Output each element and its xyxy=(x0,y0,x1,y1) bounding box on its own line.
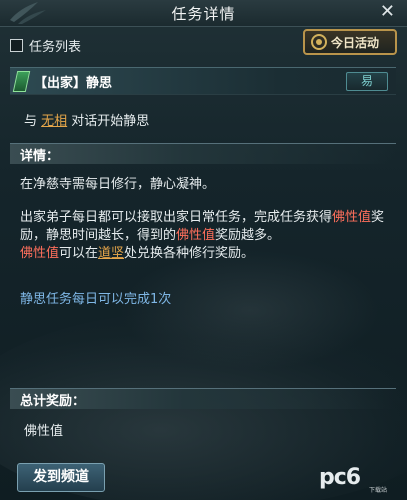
npc-link-daojian[interactable]: 道坚 xyxy=(98,246,124,261)
quest-intro: 与 无相 对话开始静思 xyxy=(24,110,149,129)
details-paragraph-1: 在净慈寺需每日修行，静心凝神。 xyxy=(20,177,216,192)
buddha-value-highlight: 佛性值 xyxy=(176,228,216,243)
daily-limit-note: 静思任务每日可以完成1次 xyxy=(20,292,172,307)
quest-title: 【出家】静思 xyxy=(34,76,113,91)
intro-suffix: 对话开始静思 xyxy=(67,114,150,129)
details-paragraph-2: 出家弟子每日都可以接取出家日常任务，完成任务获得佛性值奖励，静思时间越长，得到的… xyxy=(20,209,392,263)
quest-detail-window: 任务详情 ✕ 任务列表 今日活动 【出家】静思 易 与 无相 对话开始静思 详情… xyxy=(0,0,407,500)
title-bar: 任务详情 ✕ xyxy=(0,0,407,27)
p2-text-a: 出家弟子每日都可以接取出家日常任务，完成任务获得 xyxy=(20,210,333,225)
watermark-sub: 下载站 xyxy=(369,487,388,494)
npc-link-wuxiang[interactable]: 无相 xyxy=(41,114,67,129)
p2-text-e: 奖励越多。 xyxy=(215,228,281,243)
ink-wash-background-secondary xyxy=(120,250,380,370)
rewards-header-label: 总计奖励： xyxy=(20,394,86,409)
rewards-section-header: 总计奖励： xyxy=(10,388,396,409)
gold-coin-icon xyxy=(311,34,327,50)
buddha-value-highlight: 佛性值 xyxy=(20,246,60,261)
intro-prefix: 与 xyxy=(24,114,42,129)
jade-token-icon xyxy=(12,71,31,92)
difficulty-badge: 易 xyxy=(346,72,388,91)
today-activity-label: 今日活动 xyxy=(331,35,380,50)
watermark-text: pc6 xyxy=(319,465,361,490)
p3-text-d: 处兑换各种修行奖励。 xyxy=(124,246,255,261)
close-icon[interactable]: ✕ xyxy=(380,1,395,22)
quest-header: 【出家】静思 易 xyxy=(10,67,396,95)
today-activity-button[interactable]: 今日活动 xyxy=(303,29,397,55)
p3-text-b: 可以在 xyxy=(59,246,99,261)
send-to-channel-button[interactable]: 发到频道 xyxy=(17,463,105,492)
checkbox[interactable] xyxy=(10,39,23,52)
details-section-header: 详情： xyxy=(10,143,396,164)
details-header-label: 详情： xyxy=(20,149,60,164)
checkbox-label: 任务列表 xyxy=(29,40,82,55)
window-title: 任务详情 xyxy=(171,5,236,23)
buddha-value-highlight: 佛性值 xyxy=(332,210,372,225)
task-list-toggle[interactable]: 任务列表 xyxy=(10,36,81,55)
reward-item: 佛性值 xyxy=(24,424,64,439)
pc6-watermark-logo: pc6 下载站 xyxy=(319,465,393,494)
